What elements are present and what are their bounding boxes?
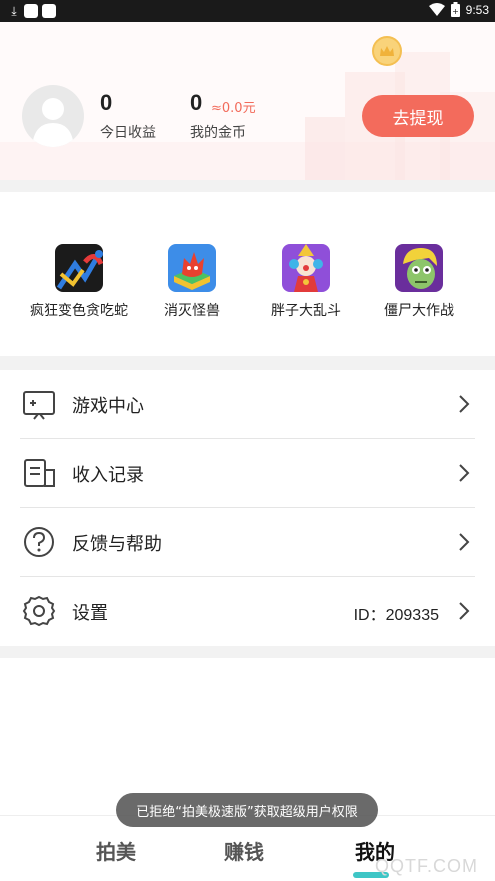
game-label: 僵尸大作战	[384, 303, 454, 319]
user-id: ID：209335	[353, 607, 439, 624]
coin-icon	[372, 36, 402, 66]
menu-label: 设置	[72, 603, 108, 624]
game-item-zombie[interactable]: 僵尸大作战	[359, 244, 479, 320]
menu-label: 收入记录	[72, 465, 144, 486]
section-divider	[0, 356, 495, 370]
my-coins-value: 0	[190, 90, 203, 115]
chevron-right-icon	[459, 464, 470, 482]
app-notification-icon	[24, 4, 38, 18]
avatar[interactable]	[22, 85, 84, 147]
menu-label: 游戏中心	[72, 396, 144, 417]
clown-game-icon	[282, 244, 330, 292]
status-bar: ⤓ + 9:53	[0, 0, 495, 22]
menu-item-game-center[interactable]: 游戏中心	[20, 370, 475, 439]
game-label: 消灭怪兽	[164, 303, 220, 319]
clock: 9:53	[465, 2, 489, 17]
help-question-icon	[24, 527, 54, 557]
svg-text:+: +	[452, 7, 459, 16]
chevron-right-icon	[459, 395, 470, 413]
chevron-right-icon	[459, 533, 470, 551]
watermark: QQTF.COM	[375, 856, 478, 876]
menu-label: 反馈与帮助	[72, 534, 162, 555]
gear-icon	[22, 595, 56, 627]
settings-menu: 游戏中心 收入记录 反馈与帮助 设置 ID：209335	[0, 370, 495, 646]
download-icon: ⤓	[11, 4, 17, 18]
coins-cash-equivalent: ≈0.0元	[211, 101, 256, 116]
tab-earn[interactable]: 赚钱	[224, 836, 264, 865]
menu-item-feedback-help[interactable]: 反馈与帮助	[20, 508, 475, 577]
menu-item-income-records[interactable]: 收入记录	[20, 439, 475, 508]
header-decoration	[0, 142, 495, 180]
wifi-icon	[428, 2, 445, 16]
game-label: 胖子大乱斗	[271, 303, 341, 319]
section-divider	[0, 646, 495, 658]
profile-header: 0 今日收益 0 ≈0.0元 我的金币 去提现	[0, 22, 495, 180]
chevron-right-icon	[459, 602, 470, 620]
tab-paimei[interactable]: 拍美	[96, 836, 136, 865]
app-notification-icon	[42, 4, 56, 18]
today-earnings-value: 0	[100, 90, 113, 115]
game-center-icon	[23, 391, 55, 420]
monster-game-icon	[168, 244, 216, 292]
game-label: 疯狂变色贪吃蛇	[30, 303, 128, 319]
game-item-monster[interactable]: 消灭怪兽	[132, 244, 252, 320]
section-divider	[0, 180, 495, 192]
toast-message: 已拒绝“拍美极速版”获取超级用户权限	[116, 793, 378, 827]
zombie-game-icon	[395, 244, 443, 292]
battery-icon: +	[450, 2, 460, 17]
withdraw-button[interactable]: 去提现	[362, 95, 474, 137]
today-earnings-label: 今日收益	[100, 125, 156, 141]
income-records-icon	[24, 459, 55, 487]
game-item-snake[interactable]: 疯狂变色贪吃蛇	[19, 244, 139, 320]
snake-game-icon	[55, 244, 103, 292]
user-silhouette-icon	[32, 98, 74, 147]
my-coins-label: 我的金币	[190, 125, 246, 141]
menu-item-settings[interactable]: 设置 ID：209335	[20, 577, 475, 646]
game-item-clown[interactable]: 胖子大乱斗	[246, 244, 366, 320]
games-row: 疯狂变色贪吃蛇 消灭怪兽 胖子大乱斗 僵尸大作战	[0, 192, 495, 356]
